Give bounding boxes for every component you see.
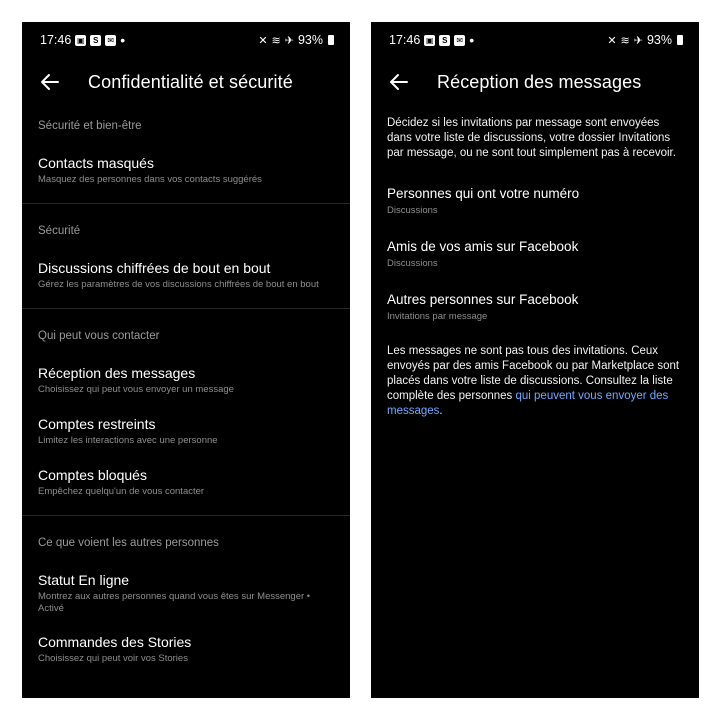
- message-delivery-content: Décidez si les invitations par message s…: [371, 106, 699, 419]
- app-header: Réception des messages: [371, 58, 699, 106]
- option-destination: Invitations par message: [387, 311, 488, 322]
- item-subtitle: Montrez aux autres personnes quand vous …: [38, 591, 311, 614]
- item-title: Comptes bloqués: [38, 467, 147, 483]
- intro-description: Décidez si les invitations par message s…: [387, 117, 676, 159]
- more-notifications-dot-icon: •: [469, 32, 475, 48]
- footer-info: Les messages ne sont pas tous des invita…: [387, 344, 683, 419]
- back-arrow-icon[interactable]: [387, 70, 411, 94]
- item-title: Commandes des Stories: [38, 634, 192, 650]
- settings-list: Sécurité et bien-être Contacts masqués M…: [22, 106, 350, 665]
- item-title: Discussions chiffrées de bout en bout: [38, 260, 271, 276]
- section-title-what-others-see: Ce que voient les autres personnes: [38, 537, 219, 549]
- mute-icon: ✕: [607, 34, 617, 47]
- story-controls-item[interactable]: Commandes des Stories Choisissez qui peu…: [22, 633, 350, 665]
- footer-end: .: [439, 405, 443, 417]
- gallery-icon: ▣: [424, 34, 436, 46]
- item-subtitle: Masquez des personnes dans vos contacts …: [38, 174, 262, 185]
- message-delivery-screen: 17:46 ▣ S ✉ • ✕ ≋ ✈ 93% Réception des me…: [371, 22, 699, 698]
- app-s-icon: S: [90, 34, 102, 46]
- battery-icon: [677, 35, 683, 45]
- app-header: Confidentialité et sécurité: [22, 58, 350, 106]
- item-title: Comptes restreints: [38, 416, 156, 432]
- gallery-icon: ▣: [75, 34, 87, 46]
- item-subtitle: Limitez les interactions avec une person…: [38, 435, 218, 446]
- airplane-icon: ✈: [284, 34, 294, 47]
- option-title: Personnes qui ont votre numéro: [387, 186, 580, 201]
- more-notifications-dot-icon: •: [120, 32, 126, 48]
- section-title-wellbeing: Sécurité et bien-être: [38, 120, 142, 132]
- section-title-security: Sécurité: [38, 225, 81, 237]
- wifi-icon: ≋: [620, 34, 630, 47]
- item-subtitle: Gérez les paramètres de vos discussions …: [38, 279, 319, 290]
- page-title: Réception des messages: [437, 71, 642, 92]
- mute-icon: ✕: [258, 34, 268, 47]
- restricted-accounts-item[interactable]: Comptes restreints Limitez les interacti…: [22, 415, 350, 447]
- option-friends-of-friends[interactable]: Amis de vos amis sur Facebook Discussion…: [387, 238, 683, 269]
- back-arrow-icon[interactable]: [38, 70, 62, 94]
- item-title: Contacts masqués: [38, 155, 154, 171]
- option-title: Autres personnes sur Facebook: [387, 292, 579, 307]
- wifi-icon: ≋: [271, 34, 281, 47]
- battery-icon: [328, 35, 334, 45]
- status-bar: 17:46 ▣ S ✉ • ✕ ≋ ✈ 93%: [371, 22, 699, 58]
- item-title: Réception des messages: [38, 365, 196, 381]
- option-destination: Discussions: [387, 205, 438, 216]
- hidden-contacts-item[interactable]: Contacts masqués Masquez des personnes d…: [22, 154, 350, 186]
- item-title: Statut En ligne: [38, 572, 130, 588]
- battery-percentage: 93%: [297, 33, 323, 47]
- online-status-item[interactable]: Statut En ligne Montrez aux autres perso…: [22, 571, 350, 615]
- battery-percentage: 93%: [646, 33, 672, 47]
- privacy-settings-screen: 17:46 ▣ S ✉ • ✕ ≋ ✈ 93% Confidentialité …: [22, 22, 350, 698]
- status-time: 17:46: [389, 33, 421, 47]
- section-title-who-can-contact: Qui peut vous contacter: [38, 330, 160, 342]
- option-title: Amis de vos amis sur Facebook: [387, 239, 579, 254]
- airplane-icon: ✈: [633, 34, 643, 47]
- option-other-people[interactable]: Autres personnes sur Facebook Invitation…: [387, 291, 683, 322]
- message-delivery-item[interactable]: Réception des messages Choisissez qui pe…: [22, 364, 350, 396]
- app-s-icon: S: [439, 34, 451, 46]
- option-destination: Discussions: [387, 258, 438, 269]
- status-time: 17:46: [40, 33, 72, 47]
- item-subtitle: Choisissez qui peut vous envoyer un mess…: [38, 384, 234, 395]
- app-notification-icon: ✉: [454, 34, 466, 46]
- blocked-accounts-item[interactable]: Comptes bloqués Empêchez quelqu'un de vo…: [22, 466, 350, 498]
- item-subtitle: Choisissez qui peut voir vos Stories: [38, 653, 188, 664]
- app-notification-icon: ✉: [105, 34, 117, 46]
- encrypted-chats-item[interactable]: Discussions chiffrées de bout en bout Gé…: [22, 259, 350, 291]
- option-people-with-number[interactable]: Personnes qui ont votre numéro Discussio…: [387, 185, 683, 216]
- status-bar: 17:46 ▣ S ✉ • ✕ ≋ ✈ 93%: [22, 22, 350, 58]
- page-title: Confidentialité et sécurité: [88, 71, 293, 92]
- item-subtitle: Empêchez quelqu'un de vous contacter: [38, 486, 205, 497]
